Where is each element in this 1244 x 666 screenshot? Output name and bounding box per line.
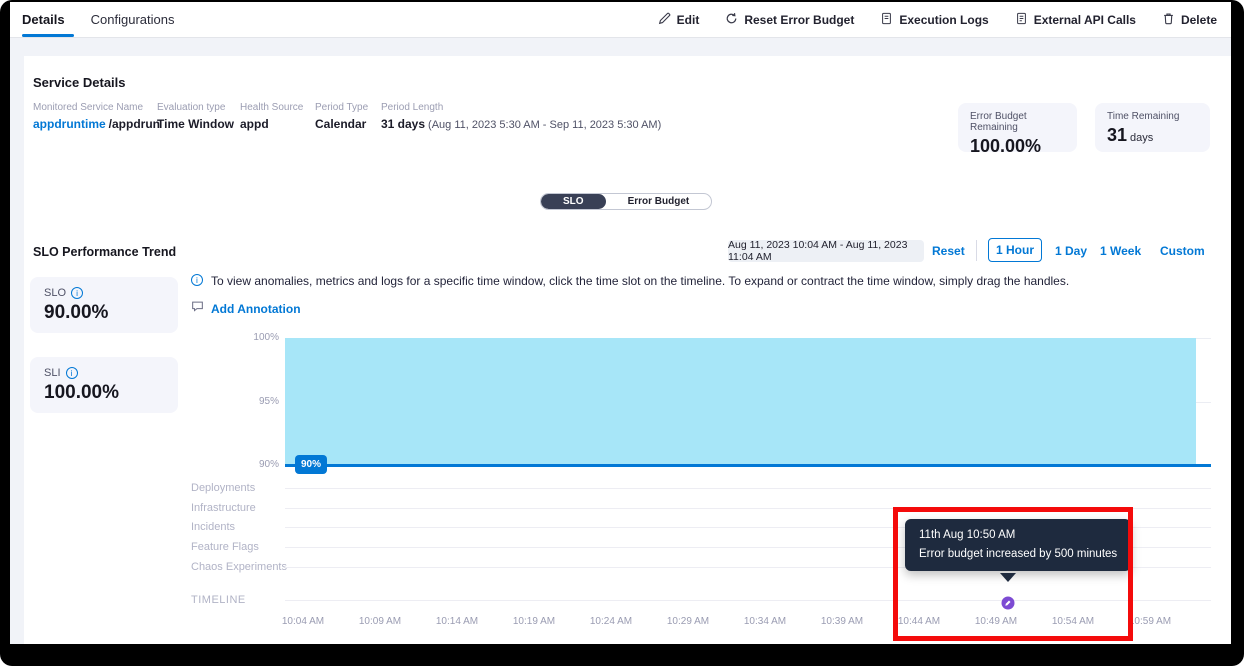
external-api-calls-button[interactable]: External API Calls bbox=[1015, 12, 1136, 28]
delete-label: Delete bbox=[1181, 13, 1217, 27]
execution-logs-button[interactable]: Execution Logs bbox=[880, 12, 988, 28]
add-annotation-button[interactable]: Add Annotation bbox=[191, 300, 301, 318]
pencil-icon bbox=[658, 12, 671, 28]
slo-target-badge: 90% bbox=[295, 455, 327, 474]
lane-line bbox=[285, 508, 1211, 509]
ytick-90: 90% bbox=[235, 459, 279, 470]
xtick[interactable]: 10:29 AM bbox=[656, 616, 720, 627]
edit-label: Edit bbox=[677, 13, 700, 27]
tab-configurations[interactable]: Configurations bbox=[91, 12, 175, 27]
sli-area-series[interactable] bbox=[285, 338, 1196, 465]
toggle-error-budget[interactable]: Error Budget bbox=[606, 194, 712, 209]
tab-details[interactable]: Details bbox=[22, 12, 65, 27]
slo-target-line bbox=[285, 464, 1211, 467]
external-api-calls-label: External API Calls bbox=[1034, 13, 1136, 27]
field-monitored-service-name: Monitored Service Name appdruntime/appdr… bbox=[33, 102, 160, 131]
delete-button[interactable]: Delete bbox=[1162, 12, 1217, 28]
speech-bubble-icon bbox=[191, 300, 204, 318]
reset-link[interactable]: Reset bbox=[932, 244, 965, 258]
info-icon: i bbox=[191, 274, 203, 286]
error-budget-remaining-card: Error Budget Remaining 100.00% bbox=[958, 103, 1077, 152]
trash-icon bbox=[1162, 12, 1175, 28]
xtick[interactable]: 10:54 AM bbox=[1041, 616, 1105, 627]
range-divider bbox=[976, 240, 977, 261]
xtick[interactable]: 10:49 AM bbox=[964, 616, 1028, 627]
details-panel: Service Details Monitored Service Name a… bbox=[24, 56, 1231, 644]
lane-infrastructure: Infrastructure bbox=[191, 502, 256, 514]
field-health-source: Health Source appd bbox=[240, 102, 303, 131]
active-tab-underline bbox=[22, 34, 74, 37]
xtick[interactable]: 10:34 AM bbox=[733, 616, 797, 627]
toggle-slo[interactable]: SLO bbox=[541, 194, 606, 209]
lane-chaos-experiments: Chaos Experiments bbox=[191, 561, 287, 573]
slo-info-icon[interactable]: i bbox=[71, 287, 83, 299]
lane-feature-flags: Feature Flags bbox=[191, 541, 259, 553]
xtick[interactable]: 10:09 AM bbox=[348, 616, 412, 627]
xtick[interactable]: 10:19 AM bbox=[502, 616, 566, 627]
annotation-tooltip: 11th Aug 10:50 AM Error budget increased… bbox=[905, 519, 1131, 571]
xtick[interactable]: 10:44 AM bbox=[887, 616, 951, 627]
xtick[interactable]: 10:24 AM bbox=[579, 616, 643, 627]
service-details-title: Service Details bbox=[33, 75, 126, 90]
range-1-week[interactable]: 1 Week bbox=[1100, 244, 1141, 258]
xtick[interactable]: 10:39 AM bbox=[810, 616, 874, 627]
annotation-marker-icon[interactable] bbox=[1001, 596, 1015, 610]
range-custom[interactable]: Custom bbox=[1160, 244, 1205, 258]
xtick[interactable]: 10:04 AM bbox=[271, 616, 335, 627]
time-remaining-card: Time Remaining 31days bbox=[1095, 103, 1210, 152]
slo-performance-trend-title: SLO Performance Trend bbox=[33, 245, 176, 259]
field-period-type: Period Type Calendar bbox=[315, 102, 368, 131]
field-period-length: Period Length 31 days(Aug 11, 2023 5:30 … bbox=[381, 102, 661, 131]
field-evaluation-type: Evaluation type Time Window bbox=[157, 102, 234, 131]
edit-button[interactable]: Edit bbox=[658, 12, 700, 28]
monitored-service-suffix: /appdrun bbox=[109, 117, 160, 131]
ytick-95: 95% bbox=[235, 396, 279, 407]
slo-details-screen: Details Configurations Edit Reset Error … bbox=[0, 0, 1244, 666]
range-1-day[interactable]: 1 Day bbox=[1055, 244, 1087, 258]
sli-info-icon[interactable]: i bbox=[66, 367, 78, 379]
document-lines-icon bbox=[1015, 12, 1028, 28]
slo-card: SLOi 90.00% bbox=[30, 277, 178, 333]
timeline-label: TIMELINE bbox=[191, 594, 246, 606]
reset-error-budget-button[interactable]: Reset Error Budget bbox=[725, 12, 854, 28]
lane-deployments: Deployments bbox=[191, 482, 255, 494]
top-tab-bar: Details Configurations Edit Reset Error … bbox=[10, 2, 1231, 38]
timeline-line bbox=[285, 600, 1211, 601]
tooltip-arrow bbox=[1000, 573, 1016, 582]
ytick-100: 100% bbox=[235, 332, 279, 343]
execution-logs-label: Execution Logs bbox=[899, 13, 988, 27]
xtick[interactable]: 10:14 AM bbox=[425, 616, 489, 627]
monitored-service-link[interactable]: appdruntime bbox=[33, 117, 106, 131]
xtick[interactable]: 10:59 AM bbox=[1118, 616, 1182, 627]
document-icon bbox=[880, 12, 893, 28]
date-range-chip[interactable]: Aug 11, 2023 10:04 AM - Aug 11, 2023 11:… bbox=[728, 240, 924, 262]
slo-errorbudget-toggle: SLO Error Budget bbox=[540, 193, 712, 210]
reset-error-budget-label: Reset Error Budget bbox=[744, 13, 854, 27]
sli-card: SLIi 100.00% bbox=[30, 357, 178, 413]
lane-incidents: Incidents bbox=[191, 521, 235, 533]
lane-line bbox=[285, 488, 1211, 489]
reset-icon bbox=[725, 12, 738, 28]
timeline-info-banner: i To view anomalies, metrics and logs fo… bbox=[191, 274, 1211, 288]
range-1-hour[interactable]: 1 Hour bbox=[988, 238, 1042, 262]
